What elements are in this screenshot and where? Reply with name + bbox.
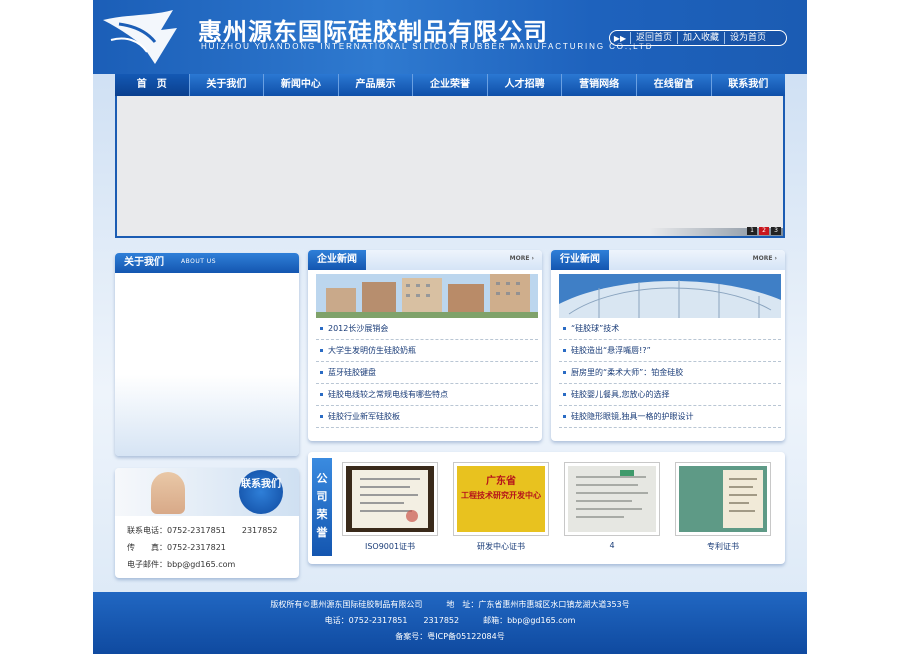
honors-tag: 公司荣誉 — [312, 458, 332, 556]
footer: 版权所有©惠州源东国际硅胶制品有限公司 地 址：广东省惠州市惠城区水口镇龙湖大道… — [93, 592, 807, 654]
company-news-more-link[interactable]: MORE › — [510, 255, 534, 262]
plaque-text: 工程技术研究开发中心 — [461, 491, 541, 500]
honor-caption: ISO9001证书 — [364, 542, 416, 551]
honor-caption: 专利证书 — [707, 542, 739, 551]
honor-image — [564, 462, 660, 536]
more-label: MORE — [509, 255, 530, 262]
report-document-image — [568, 466, 656, 532]
contact-banner: 联系我们 — [115, 468, 299, 516]
industry-news-panel: 行业新闻 MORE › “硅胶球”技术 硅胶造出“悬浮嘴唇!?” 厨房里的“柔术… — [551, 250, 785, 441]
honor-item[interactable]: 专利证书 — [675, 462, 771, 554]
contact-fax: 传 真：0752-2317821 — [127, 543, 226, 552]
industry-news-more-link[interactable]: MORE › — [753, 255, 777, 262]
nav-item-jobs[interactable]: 人才招聘 — [488, 74, 563, 96]
honor-image — [675, 462, 771, 536]
set-homepage-link[interactable]: 设为首页 — [724, 32, 771, 44]
about-panel: 关于我们 ABOUT US — [115, 253, 299, 456]
top-links: ▶▶ 返回首页 加入收藏 设为首页 — [609, 30, 787, 46]
nav-item-honors[interactable]: 企业荣誉 — [413, 74, 488, 96]
honor-item[interactable]: 广东省 工程技术研究开发中心 研发中心证书 — [453, 462, 549, 554]
list-item[interactable]: 2012长沙展销会 — [316, 318, 538, 340]
about-panel-title: 关于我们 — [124, 257, 164, 268]
honor-item[interactable]: 4 — [564, 462, 660, 554]
home-link[interactable]: 返回首页 — [630, 32, 677, 44]
footer-icp: 备案号：粤ICP备05122084号 — [395, 632, 505, 641]
banner-control-bar — [117, 228, 783, 236]
patent-certificate-image — [679, 466, 767, 532]
company-news-list: 2012长沙展销会 大学生发明仿生硅胶奶瓶 蓝牙硅胶键盘 硅胶电线较之常规电线有… — [316, 318, 538, 428]
plaque-title: 广东省 — [486, 476, 516, 487]
list-item[interactable]: 硅胶行业新军硅胶板 — [316, 406, 538, 428]
industry-news-image — [559, 274, 781, 318]
contact-email: 电子邮件：bbp@gd165.com — [127, 560, 236, 569]
honor-caption: 4 — [609, 541, 615, 550]
contact-phone: 联系电话：0752-2317851 2317852 — [127, 526, 278, 535]
main-nav: 首 页 关于我们 新闻中心 产品展示 企业荣誉 人才招聘 营销网络 在线留言 联… — [115, 74, 785, 96]
industry-news-title: 行业新闻 — [551, 250, 609, 270]
double-arrow-icon: ▶▶ — [613, 33, 627, 43]
pager-button-2[interactable]: 2 — [759, 227, 769, 235]
about-panel-subtitle: ABOUT US — [181, 258, 217, 265]
list-item[interactable]: 大学生发明仿生硅胶奶瓶 — [316, 340, 538, 362]
about-panel-header: 关于我们 ABOUT US — [115, 253, 299, 273]
nav-item-network[interactable]: 营销网络 — [562, 74, 637, 96]
footer-contact: 电话：0752-2317851 2317852 邮箱：bbp@gd165.com — [324, 616, 576, 625]
banner-slideshow: 1 2 3 — [115, 96, 785, 238]
page: 惠州源东国际硅胶制品有限公司 HUIZHOU YUANDONG INTERNAT… — [93, 0, 807, 654]
list-item[interactable]: 硅胶造出“悬浮嘴唇!?” — [559, 340, 781, 362]
chevron-right-icon: › — [774, 255, 777, 262]
iso-certificate-image — [346, 466, 434, 532]
list-item[interactable]: 硅胶婴儿餐具,您放心的选择 — [559, 384, 781, 406]
nav-item-products[interactable]: 产品展示 — [339, 74, 414, 96]
company-news-header: 企业新闻 MORE › — [308, 250, 542, 270]
nav-item-contact[interactable]: 联系我们 — [712, 74, 786, 96]
honor-item[interactable]: ISO9001证书 — [342, 462, 438, 554]
nav-item-news[interactable]: 新闻中心 — [264, 74, 339, 96]
company-news-title: 企业新闻 — [308, 250, 366, 270]
add-favorite-link[interactable]: 加入收藏 — [677, 32, 724, 44]
nav-item-about[interactable]: 关于我们 — [190, 74, 265, 96]
industry-news-header: 行业新闻 MORE › — [551, 250, 785, 270]
customer-service-avatar — [151, 472, 185, 514]
list-item[interactable]: “硅胶球”技术 — [559, 318, 781, 340]
pager-button-3[interactable]: 3 — [771, 227, 781, 235]
contact-panel: 联系我们 联系电话：0752-2317851 2317852 传 真：0752-… — [115, 468, 299, 578]
research-center-plaque: 广东省 工程技术研究开发中心 — [457, 466, 545, 532]
honors-panel: 公司荣誉 ISO9001证书 广东省 工程技术研究开发中心 研发中心证书 4 专… — [308, 452, 785, 564]
nav-item-home[interactable]: 首 页 — [115, 74, 190, 96]
company-news-image — [316, 274, 538, 318]
list-item[interactable]: 硅胶电线较之常规电线有哪些特点 — [316, 384, 538, 406]
pager-button-1[interactable]: 1 — [747, 227, 757, 235]
contact-info: 联系电话：0752-2317851 2317852 传 真：0752-23178… — [115, 516, 299, 573]
company-name-en: HUIZHOU YUANDONG INTERNATIONAL SILICON R… — [201, 42, 654, 51]
more-label: MORE — [752, 255, 773, 262]
banner-pager: 1 2 3 — [747, 227, 781, 235]
chevron-right-icon: › — [531, 255, 534, 262]
nav-item-message[interactable]: 在线留言 — [637, 74, 712, 96]
contact-badge: 联系我们 — [239, 470, 283, 514]
honor-caption: 研发中心证书 — [477, 542, 525, 551]
list-item[interactable]: 蓝牙硅胶键盘 — [316, 362, 538, 384]
honor-image — [342, 462, 438, 536]
header: 惠州源东国际硅胶制品有限公司 HUIZHOU YUANDONG INTERNAT… — [93, 0, 807, 74]
company-logo-icon — [103, 10, 177, 64]
footer-copyright: 版权所有©惠州源东国际硅胶制品有限公司 地 址：广东省惠州市惠城区水口镇龙湖大道… — [270, 600, 630, 609]
list-item[interactable]: 厨房里的“柔术大师”：铂金硅胶 — [559, 362, 781, 384]
list-item[interactable]: 硅胶隐形眼镜,独具一格的护眼设计 — [559, 406, 781, 428]
industry-news-list: “硅胶球”技术 硅胶造出“悬浮嘴唇!?” 厨房里的“柔术大师”：铂金硅胶 硅胶婴… — [559, 318, 781, 428]
company-news-panel: 企业新闻 MORE › 2012长沙展销会 大学生发明仿生硅胶奶瓶 蓝牙硅胶键盘… — [308, 250, 542, 441]
honor-image: 广东省 工程技术研究开发中心 — [453, 462, 549, 536]
